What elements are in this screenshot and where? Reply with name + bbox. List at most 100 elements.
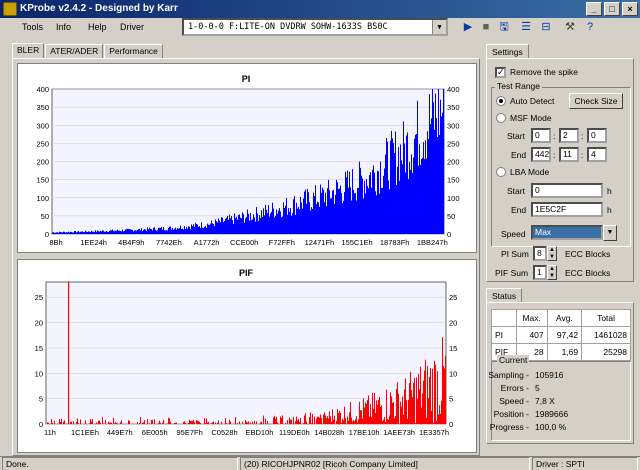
pif-bar <box>440 413 441 424</box>
pif-bar <box>54 420 55 424</box>
pi-bar <box>354 193 355 234</box>
pi-bar <box>284 207 285 234</box>
pi-bar <box>345 171 346 234</box>
maximize-button[interactable]: □ <box>604 2 620 16</box>
pi-bar <box>270 213 271 234</box>
msf-end-sec-field[interactable]: 11 <box>559 147 579 162</box>
tab-status[interactable]: Status <box>486 288 523 303</box>
tab-performance[interactable]: Performance <box>104 44 163 58</box>
tools-icon[interactable]: ⚒ <box>562 20 578 34</box>
pi-bar <box>218 218 219 234</box>
pif-bar <box>247 422 248 424</box>
pif-bar <box>151 419 152 424</box>
play-icon[interactable]: ▶ <box>460 20 476 34</box>
tab-ater-ader[interactable]: ATER/ADER <box>45 44 104 58</box>
pif-bar <box>73 421 74 424</box>
pi-bar <box>317 201 318 234</box>
pi-bar <box>302 208 303 234</box>
lba-start-field[interactable]: 0 <box>531 183 603 198</box>
msf-end-frame-field[interactable]: 4 <box>587 147 607 162</box>
pi-bar <box>73 232 74 234</box>
pif-chart: PIF 25 20 15 10 5 0 25 20 15 10 5 0 11h 1C1EEh 449E7… <box>17 259 477 453</box>
pif-bar <box>246 421 247 424</box>
msf-end-min-field[interactable]: 442 <box>531 147 551 162</box>
pif-sum-field[interactable]: 1 <box>533 265 547 280</box>
info-icon[interactable]: ? <box>582 20 598 34</box>
pi-bar <box>94 232 95 234</box>
pi-bar <box>267 213 268 234</box>
pif-bar <box>52 422 53 424</box>
pi-bar <box>283 202 284 234</box>
pi-bar <box>163 227 164 234</box>
pi-sum-spinner[interactable]: ▲ ▼ <box>547 246 557 261</box>
tab-bler[interactable]: BLER <box>12 43 45 58</box>
layout-split-icon[interactable]: ☰ <box>518 20 534 34</box>
pi-bar <box>265 204 266 234</box>
pif-bar <box>163 419 164 424</box>
chevron-down-icon[interactable]: ▼ <box>432 20 446 34</box>
lba-mode-radio[interactable] <box>496 167 506 177</box>
menu-info[interactable]: Info <box>56 22 71 32</box>
speed-dropdown-icon[interactable]: ▼ <box>603 225 617 241</box>
pi-bar <box>123 231 124 234</box>
pi-bar <box>433 102 434 235</box>
pif-bar <box>147 419 148 424</box>
pif-bar <box>115 422 116 424</box>
pi-bar <box>98 231 99 234</box>
pi-bar <box>117 229 118 234</box>
lba-end-field[interactable]: 1E5C2F <box>531 202 603 217</box>
check-size-button[interactable]: Check Size <box>569 93 623 109</box>
pi-bar <box>85 230 86 234</box>
pif-x-tick: EBD10h <box>245 428 273 437</box>
pif-bar <box>129 420 130 424</box>
pi-bar <box>89 231 90 234</box>
speed-select-value: Max <box>535 227 552 237</box>
auto-detect-radio[interactable] <box>496 96 506 106</box>
pi-bar <box>211 220 212 234</box>
msf-start-frame-field[interactable]: 0 <box>587 128 607 143</box>
msf-start-sec-field[interactable]: 2 <box>559 128 579 143</box>
pi-bar <box>320 184 321 234</box>
pif-bar <box>371 417 372 424</box>
drive-select[interactable]: 1-0-0-0 F:LITE-ON DVDRW SOHW-1633S BS0C … <box>182 18 448 36</box>
pif-bar <box>357 422 358 424</box>
save-icon[interactable]: 🖫 <box>496 20 512 34</box>
pi-bar <box>423 142 424 234</box>
remove-spike-checkbox[interactable]: ✓ <box>495 67 506 78</box>
pif-bar <box>252 421 253 424</box>
minimize-button[interactable]: _ <box>586 2 602 16</box>
pif-bar <box>410 371 411 424</box>
pi-bar <box>279 208 280 234</box>
lba-end-unit: h <box>607 205 612 215</box>
pif-bar <box>285 422 286 424</box>
menu-driver[interactable]: Driver <box>120 22 144 32</box>
menu-help[interactable]: Help <box>88 22 107 32</box>
pi-bar <box>206 227 207 234</box>
stop-icon[interactable]: ■ <box>478 20 494 34</box>
pi-bar <box>192 226 193 234</box>
pi-bar <box>274 217 275 234</box>
msf-mode-radio[interactable] <box>496 113 506 123</box>
pif-bar <box>316 418 317 424</box>
pi-bar <box>137 230 138 234</box>
speed-status-label: Speed - <box>499 396 529 406</box>
close-button[interactable]: × <box>622 2 638 16</box>
pi-bar <box>175 227 176 234</box>
tab-settings[interactable]: Settings <box>486 44 529 59</box>
pif-sum-spinner[interactable]: ▲ ▼ <box>547 265 557 280</box>
speed-select[interactable]: Max <box>531 225 603 240</box>
pif-bar <box>303 423 304 424</box>
pi-bar <box>153 227 154 234</box>
pi-bar <box>300 196 301 234</box>
pi-bar <box>419 144 420 234</box>
pi-bar <box>276 209 277 234</box>
pif-y-tick-left: 25 <box>35 293 43 302</box>
pi-bar <box>310 210 311 234</box>
pi-sum-field[interactable]: 8 <box>533 246 547 261</box>
layout-grid-icon[interactable]: ⊟ <box>538 20 554 34</box>
menu-tools[interactable]: Tools <box>22 22 43 32</box>
pi-bar <box>278 210 279 234</box>
pi-bar <box>107 231 108 234</box>
msf-start-min-field[interactable]: 0 <box>531 128 551 143</box>
pi-bar <box>370 172 371 234</box>
